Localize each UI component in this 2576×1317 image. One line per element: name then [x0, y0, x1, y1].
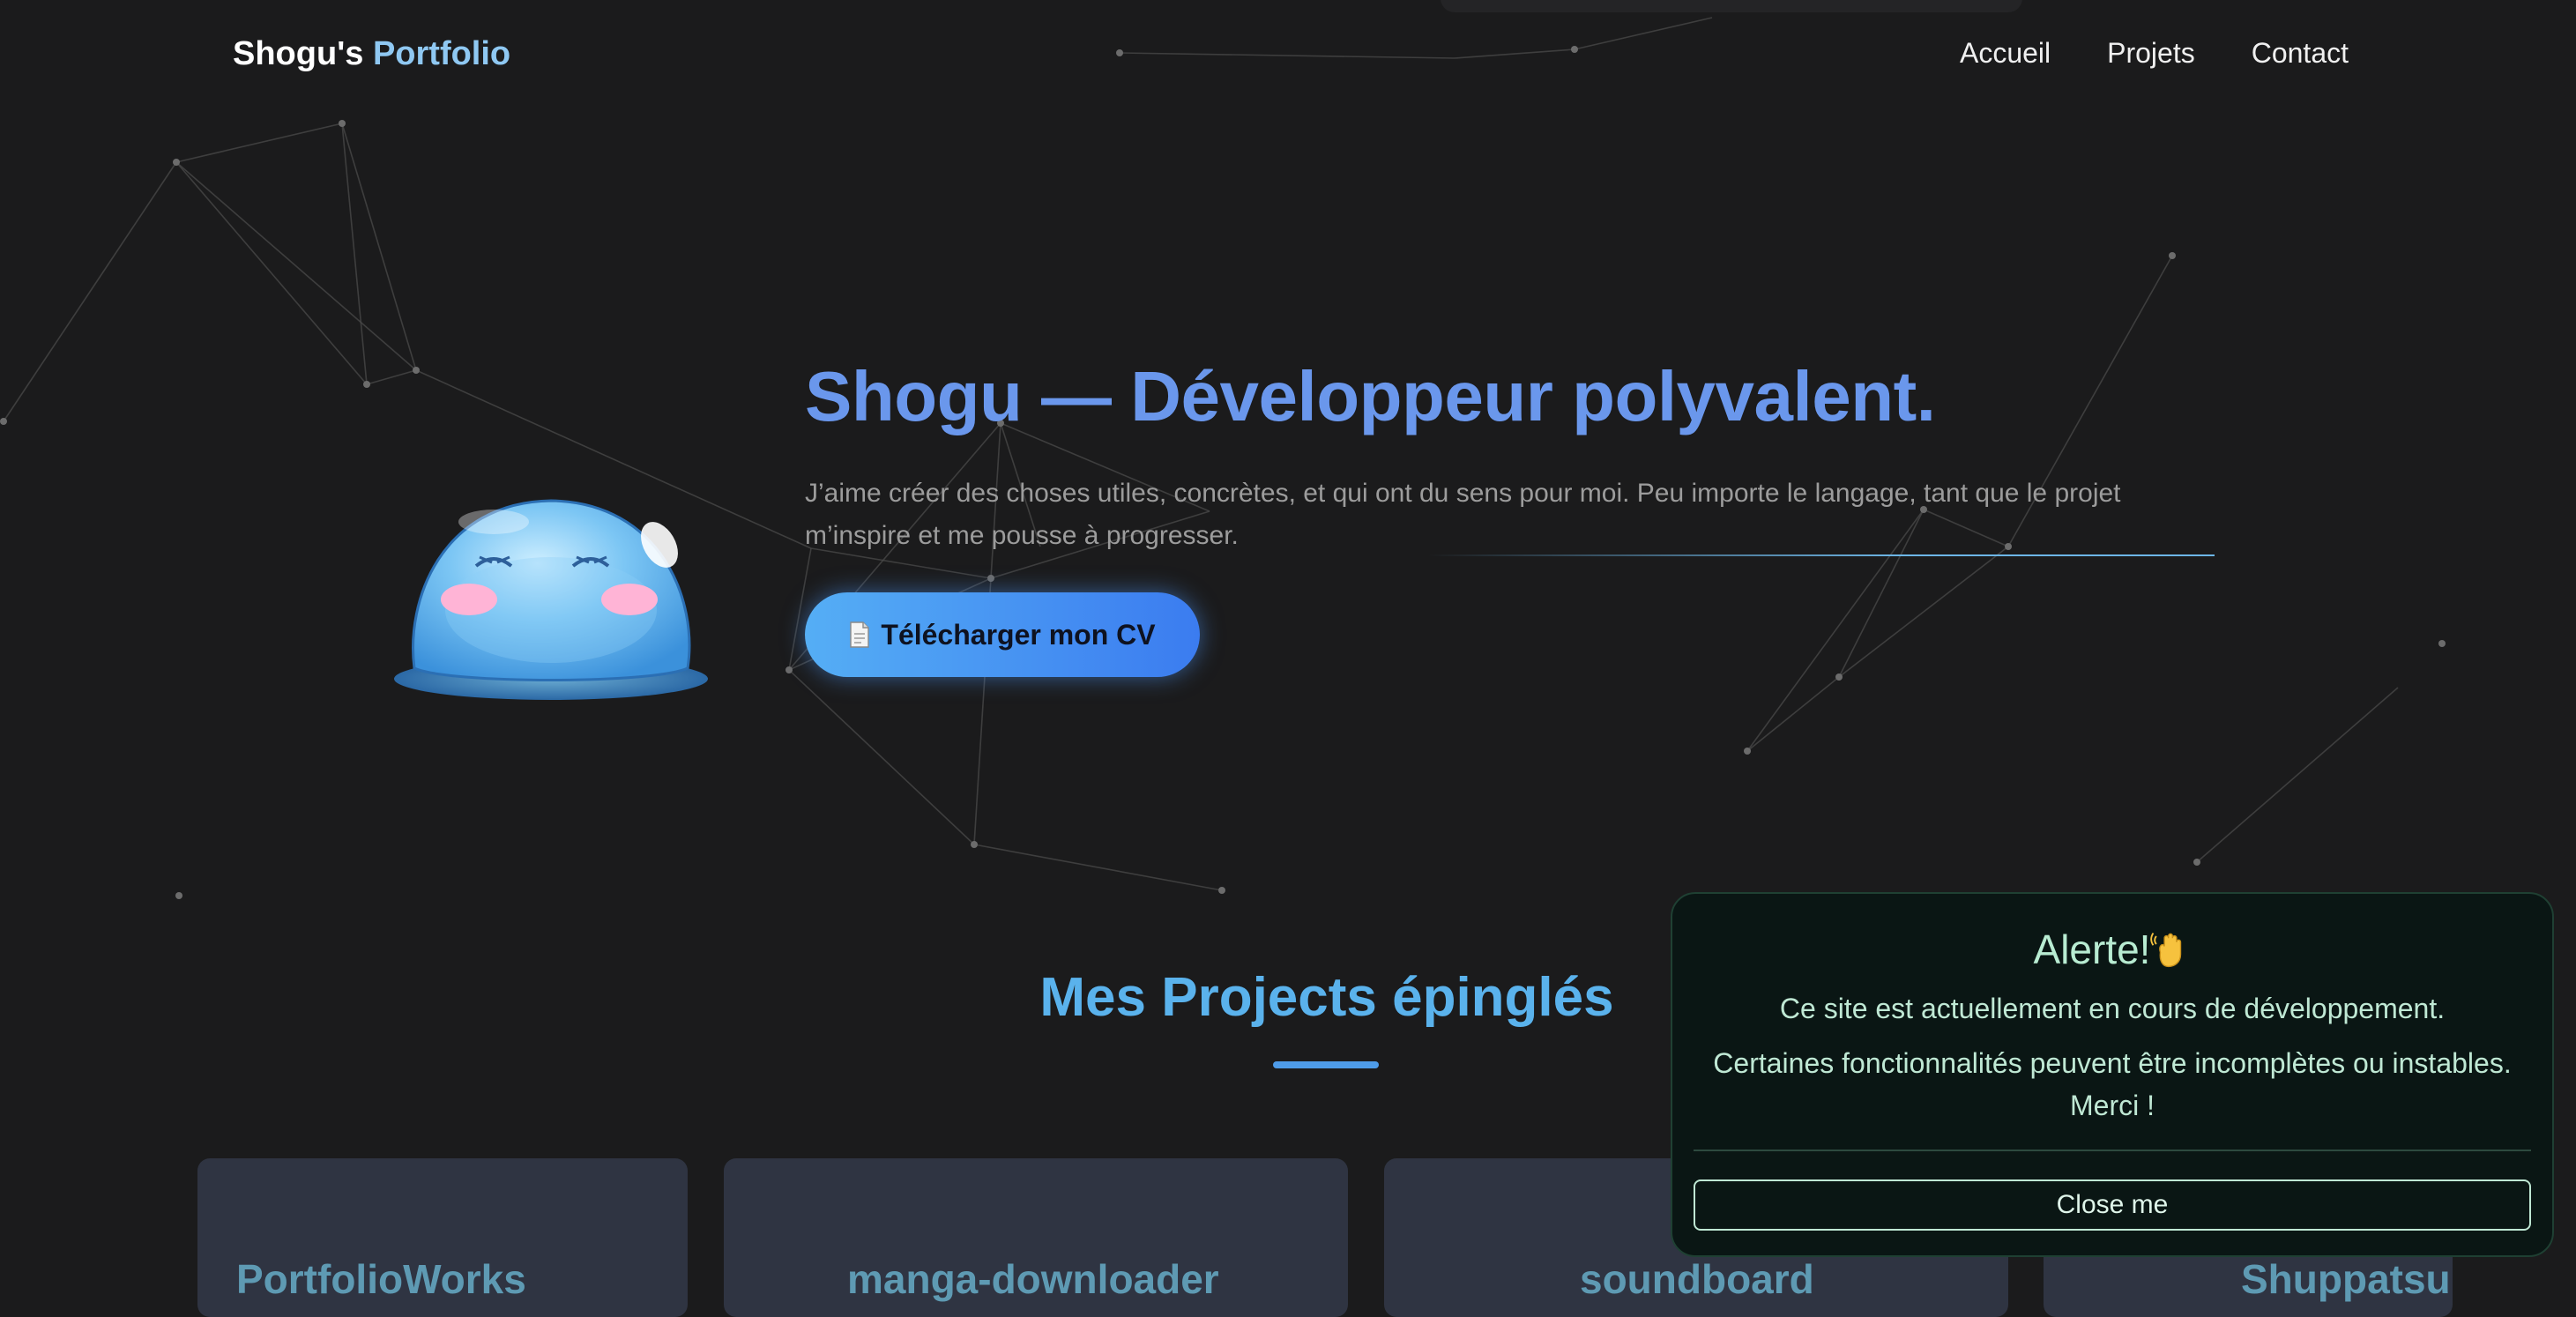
alert-title-text: Alerte! [2033, 926, 2151, 972]
site-header: Shogu's Portfolio Accueil Projets Contac… [0, 0, 2576, 111]
alert-message-line2: Certaines fonctionnalités peuvent être i… [1713, 1047, 2512, 1121]
hero-section: Shogu — Développeur polyvalent. J’aime c… [0, 111, 2576, 904]
heading-underline [1273, 1061, 1379, 1068]
brand-suffix: Portfolio [372, 35, 511, 72]
project-card-title: PortfolioWorks [236, 1256, 526, 1302]
waving-hand-icon [2150, 932, 2182, 968]
nav-link-accueil[interactable]: Accueil [1960, 37, 2051, 70]
main-nav: Accueil Projets Contact [1960, 37, 2349, 70]
hero-title: Shogu — Développeur polyvalent. [805, 357, 1936, 435]
top-overlay-pill [1441, 0, 2022, 12]
close-alert-button[interactable]: Close me [1694, 1179, 2531, 1231]
brand-logo[interactable]: Shogu's Portfolio [233, 35, 510, 73]
project-card-portfolioworks[interactable]: PortfolioWorks [197, 1158, 688, 1317]
slime-mascot-icon [394, 499, 708, 700]
development-alert: Alerte! Ce site est actuellement en cour… [1671, 892, 2554, 1257]
project-card-title: soundboard [1580, 1256, 1814, 1302]
download-cv-label: Télécharger mon CV [881, 618, 1156, 651]
download-cv-button[interactable]: Télécharger mon CV [805, 592, 1200, 677]
brand-name: Shogu's [233, 35, 364, 72]
project-card-title: manga-downloader [847, 1256, 1219, 1302]
alert-title: Alerte! [1672, 926, 2552, 973]
decorative-line [1428, 554, 2215, 556]
nav-link-projets[interactable]: Projets [2107, 37, 2195, 70]
project-card-title: Shuppatsu [2241, 1256, 2451, 1302]
alert-message-line1: Ce site est actuellement en cours de dév… [1779, 993, 2446, 1024]
project-card-manga-downloader[interactable]: manga-downloader [724, 1158, 1348, 1317]
nav-link-contact[interactable]: Contact [2252, 37, 2349, 70]
hero-description: J’aime créer des choses utiles, concrète… [805, 479, 2121, 550]
alert-divider [1694, 1150, 2531, 1151]
document-icon [850, 621, 870, 648]
